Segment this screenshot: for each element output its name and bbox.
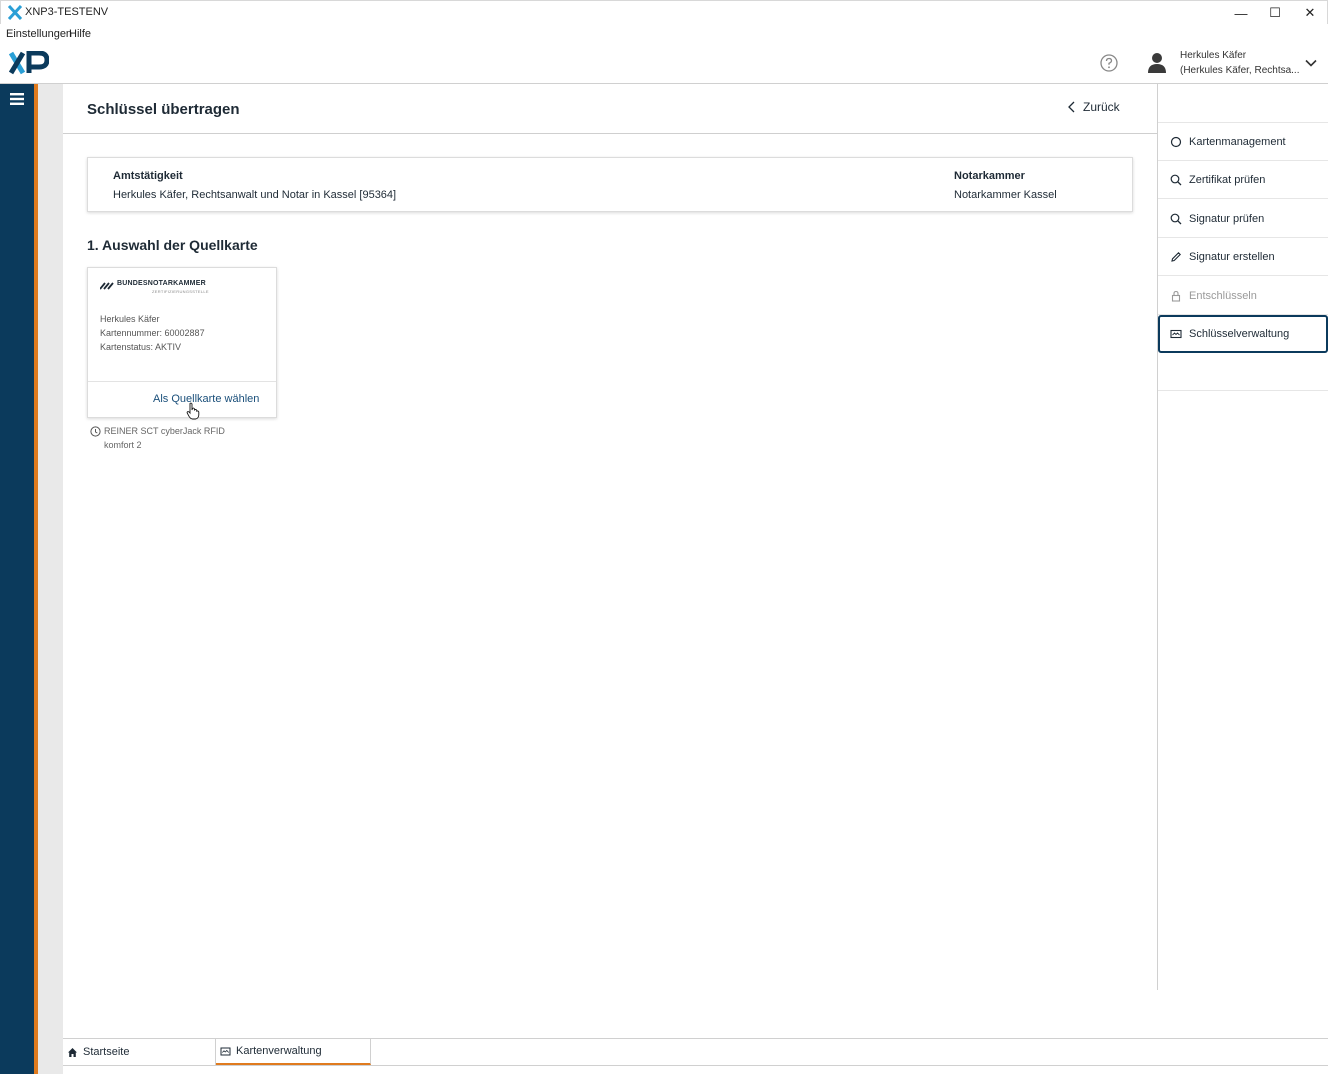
search-icon [1170, 174, 1182, 185]
chevron-left-icon [1068, 101, 1075, 113]
app-logo-icon [8, 5, 22, 20]
sidebar-item-label: Signatur erstellen [1189, 250, 1275, 263]
help-icon[interactable] [1099, 53, 1119, 73]
home-icon [68, 1047, 77, 1057]
sidebar-item-label: Zertifikat prüfen [1189, 173, 1266, 186]
user-name: Herkules Käfer [1180, 50, 1247, 61]
chamber-value: Notarkammer Kassel [954, 189, 1057, 201]
page-title: Schlüssel übertragen [87, 101, 240, 118]
tab-startseite[interactable]: Startseite [63, 1039, 216, 1065]
card-status: Kartenstatus: AKTIV [100, 342, 182, 352]
sidebar-empty-slot [1158, 353, 1328, 391]
sidebar-item-schluesselverwaltung[interactable]: Schlüsselverwaltung [1158, 315, 1328, 353]
maximize-button[interactable]: ☐ [1257, 1, 1293, 25]
user-role: (Herkules Käfer, Rechtsa... [1180, 65, 1300, 76]
card-number: Kartennummer: 60002887 [100, 328, 205, 338]
xp-logo [9, 51, 49, 75]
header-divider [63, 133, 1157, 134]
back-button[interactable]: Zurück [1067, 100, 1120, 114]
back-label: Zurück [1083, 100, 1120, 114]
hamburger-menu-icon[interactable] [9, 92, 25, 106]
card-brand-sub: ZERTIFIZIERUNGSSTELLE [152, 289, 209, 294]
user-avatar-icon[interactable] [1147, 52, 1167, 74]
sidebar-item-kartenmanagement[interactable]: Kartenmanagement [1158, 123, 1328, 161]
lock-icon [1171, 290, 1181, 302]
tab-label: Kartenverwaltung [236, 1045, 322, 1057]
sidebar-item-label: Kartenmanagement [1189, 135, 1286, 148]
tab-bar-divider [63, 1065, 1328, 1066]
card-icon [220, 1047, 231, 1055]
sidebar-item-zertifikat-pruefen[interactable]: Zertifikat prüfen [1158, 161, 1328, 199]
sidebar-item-entschluesseln[interactable]: Entschlüsseln [1158, 277, 1328, 315]
pen-icon [1171, 251, 1181, 262]
office-info-box: Amtstätigkeit Herkules Käfer, Rechtsanwa… [87, 157, 1133, 212]
sidebar-item-label: Entschlüsseln [1189, 289, 1257, 302]
left-nav-bar [0, 84, 34, 1074]
hand-cursor-icon [186, 402, 200, 420]
gutter-strip [38, 84, 63, 1074]
sidebar-item-signatur-pruefen[interactable]: Signatur prüfen [1158, 200, 1328, 238]
chamber-label: Notarkammer [954, 170, 1025, 182]
minimize-button[interactable]: — [1223, 1, 1259, 25]
bnotk-logo: BUNDESNOTARKAMMER ZERTIFIZIERUNGSSTELLE [100, 280, 220, 296]
info-icon [90, 426, 101, 437]
card-divider [88, 381, 276, 382]
search-icon [1170, 213, 1182, 224]
office-value: Herkules Käfer, Rechtsanwalt und Notar i… [113, 189, 397, 201]
select-source-card-button[interactable]: Als Quellkarte wählen [153, 393, 259, 405]
bnotk-logo-icon [100, 282, 114, 290]
smart-card-tile: BUNDESNOTARKAMMER ZERTIFIZIERUNGSSTELLE … [87, 267, 277, 418]
office-label: Amtstätigkeit [113, 170, 183, 182]
window-titlebar: XNP3-TESTENV — ☐ ✕ [0, 0, 1328, 24]
menu-bar: Einstellungen Hilfe [0, 24, 1328, 44]
tab-label: Startseite [83, 1046, 130, 1058]
bottom-tab-bar: Startseite Kartenverwaltung [63, 1038, 1328, 1074]
chevron-down-icon[interactable] [1304, 56, 1318, 70]
circle-icon [1170, 136, 1182, 147]
menu-help[interactable]: Hilfe [69, 28, 91, 40]
app-header: Herkules Käfer (Herkules Käfer, Rechtsa.… [0, 44, 1328, 84]
sidebar-item-signatur-erstellen[interactable]: Signatur erstellen [1158, 238, 1328, 276]
sidebar-item-label: Signatur prüfen [1189, 212, 1265, 225]
sidebar-item-label: Schlüsselverwaltung [1189, 328, 1290, 340]
tab-kartenverwaltung[interactable]: Kartenverwaltung [216, 1039, 371, 1065]
card-reader-name: REINER SCT cyberJack RFID komfort 2 [104, 426, 225, 450]
card-icon [1170, 329, 1182, 339]
right-action-panel: Kartenmanagement Zertifikat prüfen Signa… [1157, 84, 1328, 990]
card-brand: BUNDESNOTARKAMMER [117, 280, 206, 287]
main-content: Schlüssel übertragen Zurück Amtstätigkei… [63, 84, 1157, 1038]
window-title: XNP3-TESTENV [25, 6, 109, 18]
close-button[interactable]: ✕ [1292, 1, 1328, 25]
section-title: 1. Auswahl der Quellkarte [87, 237, 258, 253]
menu-settings[interactable]: Einstellungen [6, 28, 72, 40]
card-holder: Herkules Käfer [100, 314, 160, 324]
